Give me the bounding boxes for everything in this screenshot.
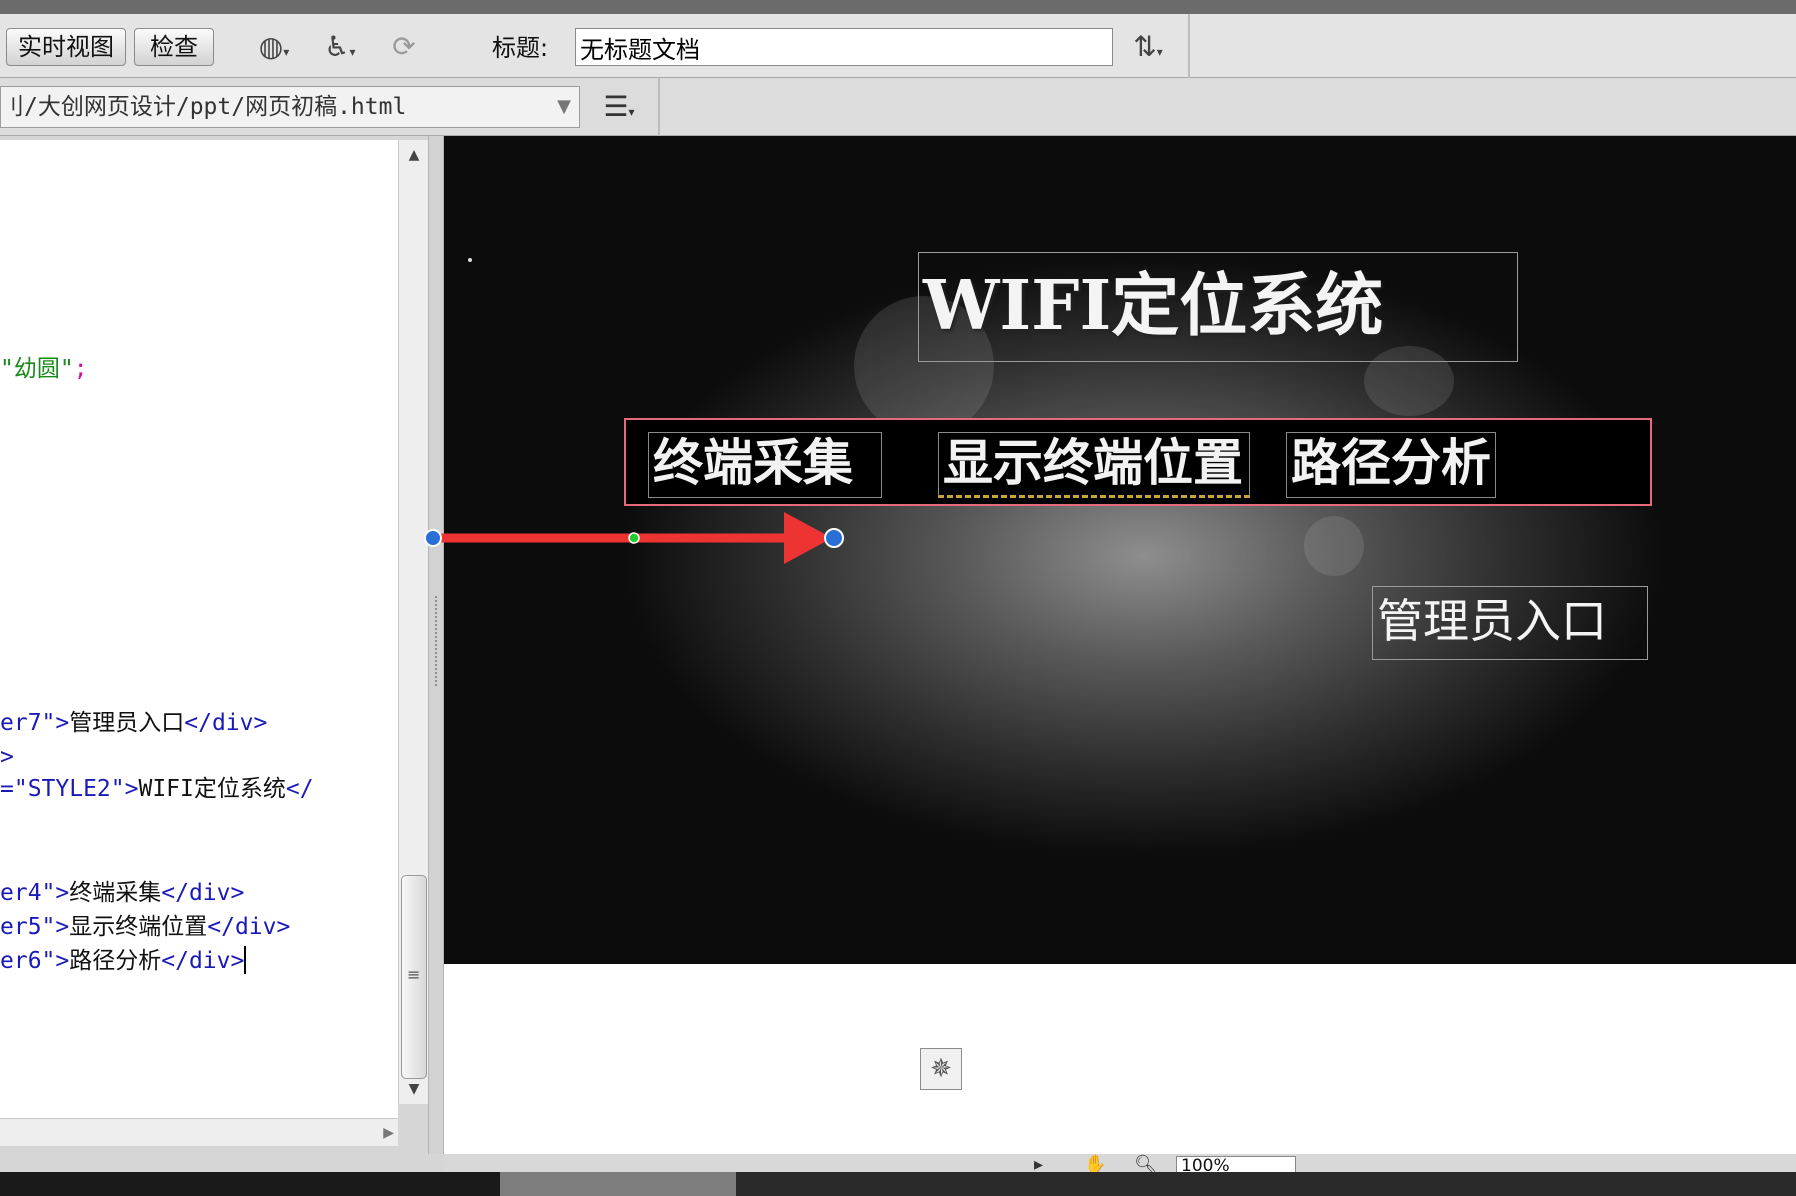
annotation-arrow [424,512,844,564]
status-bar: ▸ ✋ 🔍︎ 100% [444,1154,1796,1172]
arrow-mid-handle[interactable] [628,532,640,544]
hand-tool-icon[interactable]: ✋ [1084,1156,1106,1173]
select-tool-icon[interactable]: ▸ [1034,1156,1043,1173]
arrow-end-handle[interactable] [824,528,844,548]
taskbar-tray [736,1172,1796,1196]
taskbar-item[interactable] [500,1172,736,1196]
arrow-start-handle[interactable] [424,529,442,547]
zoom-tool-icon[interactable]: 🔍︎ [1134,1156,1157,1173]
zoom-level-field[interactable]: 100% [1176,1156,1296,1172]
taskbar-strip [0,1172,1796,1196]
